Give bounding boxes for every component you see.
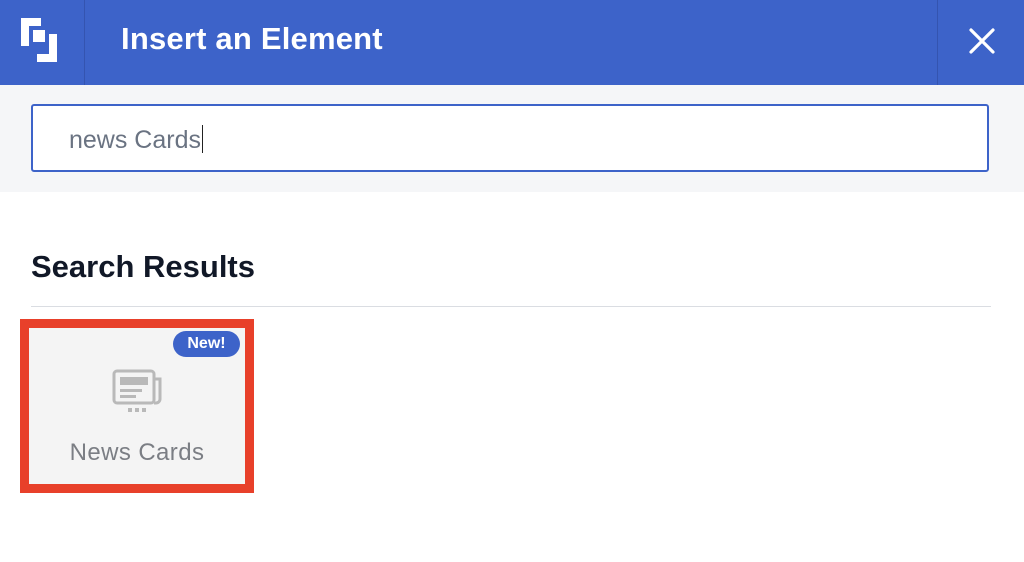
logo-container bbox=[0, 0, 85, 85]
close-icon[interactable] bbox=[969, 28, 995, 54]
results-divider bbox=[31, 306, 991, 307]
modal-title: Insert an Element bbox=[121, 21, 383, 56]
modal-header: Insert an Element bbox=[0, 0, 1024, 85]
new-badge: New! bbox=[173, 331, 240, 357]
element-card-news-cards[interactable]: New! News Cards bbox=[29, 328, 245, 484]
news-icon bbox=[112, 369, 162, 412]
search-results-heading: Search Results bbox=[31, 249, 255, 284]
search-input[interactable]: news Cards bbox=[31, 104, 989, 172]
brand-logo-icon bbox=[21, 18, 57, 62]
close-button[interactable] bbox=[937, 0, 1024, 85]
insert-element-modal: Insert an Element news Cards Search Resu… bbox=[0, 0, 1024, 562]
card-label: News Cards bbox=[69, 439, 205, 466]
text-cursor bbox=[202, 125, 203, 153]
search-query-text[interactable]: news Cards bbox=[69, 126, 201, 154]
search-bar: news Cards bbox=[0, 85, 1024, 192]
search-input-value[interactable]: news Cards bbox=[69, 125, 203, 155]
